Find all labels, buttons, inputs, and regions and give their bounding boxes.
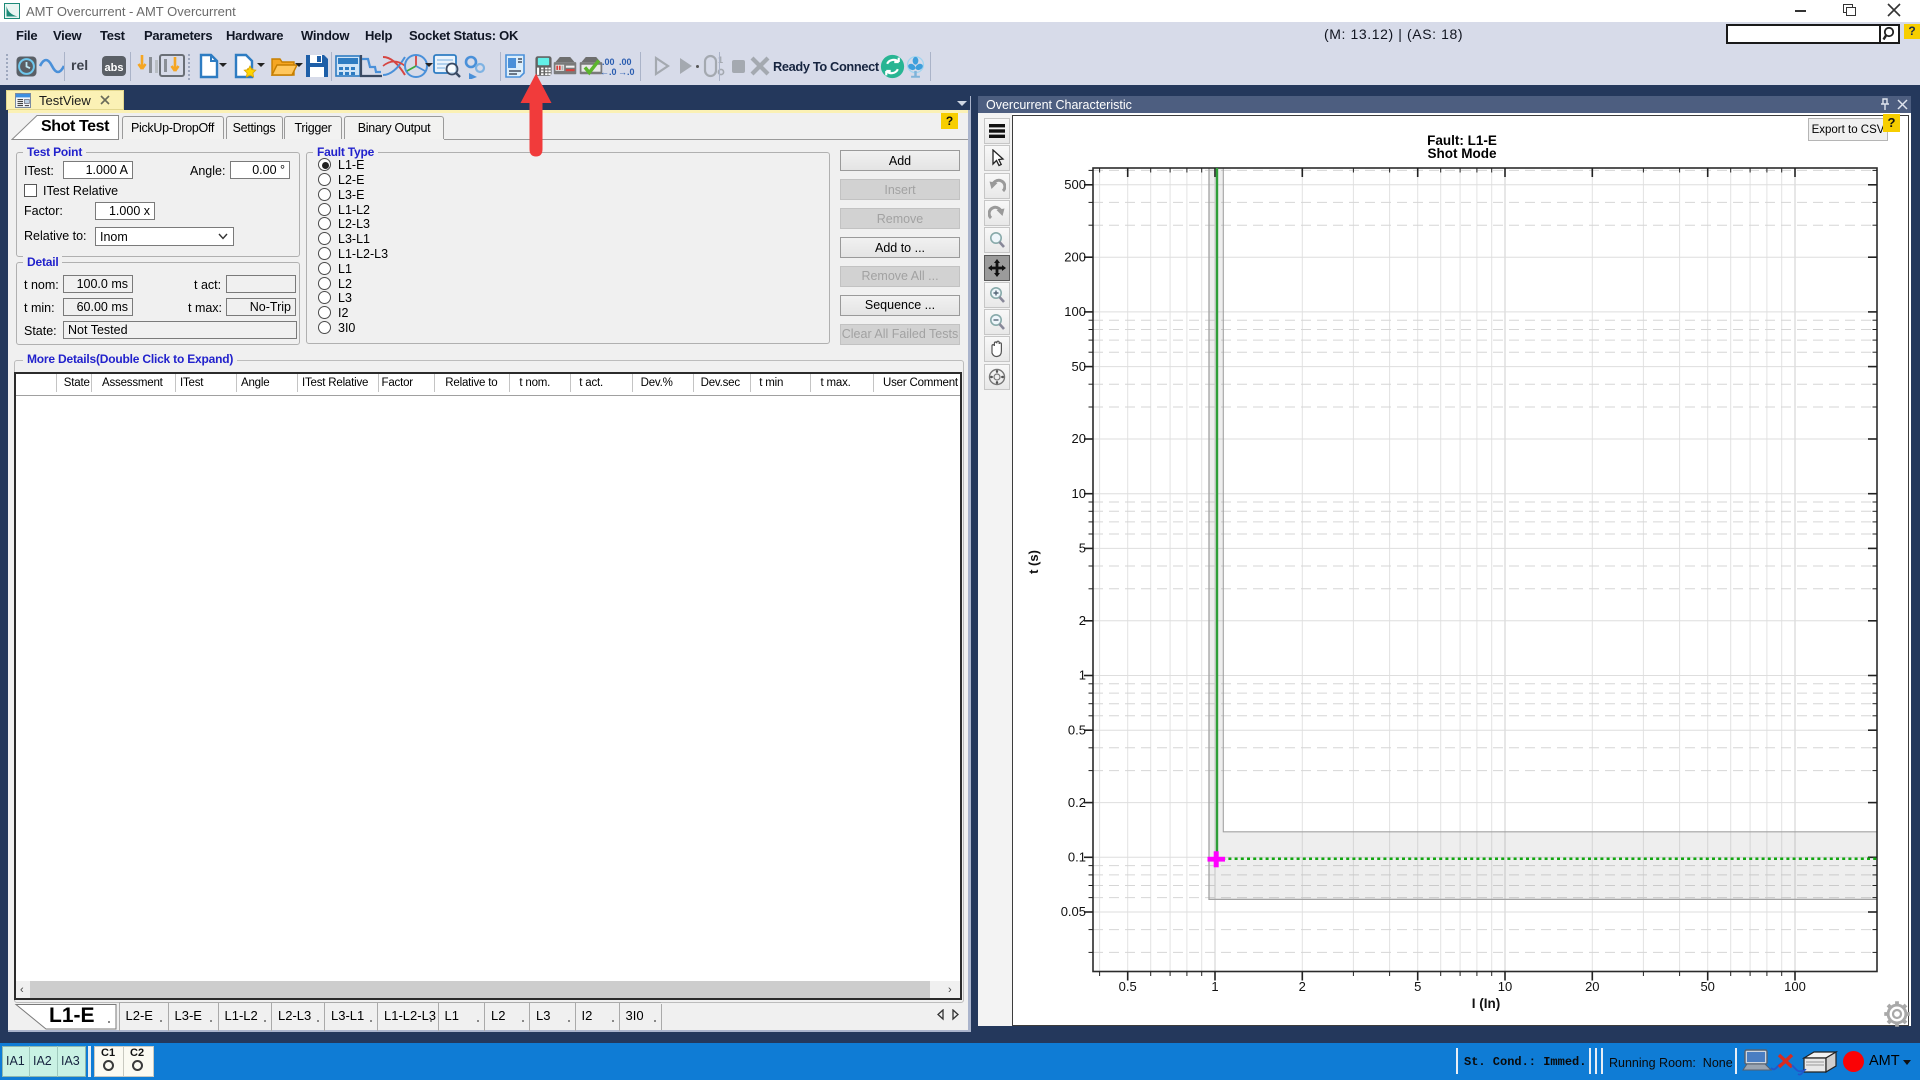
svg-text:0.05: 0.05 <box>1061 904 1086 919</box>
svg-text:50: 50 <box>1700 979 1714 994</box>
svg-text:5: 5 <box>1079 541 1086 556</box>
svg-text:0.2: 0.2 <box>1068 795 1086 810</box>
svg-text:100: 100 <box>1064 304 1086 319</box>
svg-text:200: 200 <box>1064 249 1086 264</box>
svg-text:0.1: 0.1 <box>1068 850 1086 865</box>
svg-text:0.5: 0.5 <box>1119 979 1137 994</box>
svg-text:20: 20 <box>1072 431 1086 446</box>
svg-text:Shot Mode: Shot Mode <box>1428 146 1497 161</box>
svg-text:100: 100 <box>1784 979 1806 994</box>
svg-text:1: 1 <box>1079 668 1086 683</box>
svg-text:50: 50 <box>1072 359 1086 374</box>
svg-text:2: 2 <box>1079 613 1086 628</box>
svg-text:20: 20 <box>1585 979 1599 994</box>
svg-text:0.5: 0.5 <box>1068 722 1086 737</box>
svg-text:10: 10 <box>1072 486 1086 501</box>
svg-text:t (s): t (s) <box>1026 550 1041 574</box>
svg-text:5: 5 <box>1414 979 1421 994</box>
svg-text:10: 10 <box>1498 979 1512 994</box>
svg-text:500: 500 <box>1064 177 1086 192</box>
svg-text:I (In): I (In) <box>1472 996 1501 1011</box>
svg-text:2: 2 <box>1299 979 1306 994</box>
svg-text:1: 1 <box>1211 979 1218 994</box>
